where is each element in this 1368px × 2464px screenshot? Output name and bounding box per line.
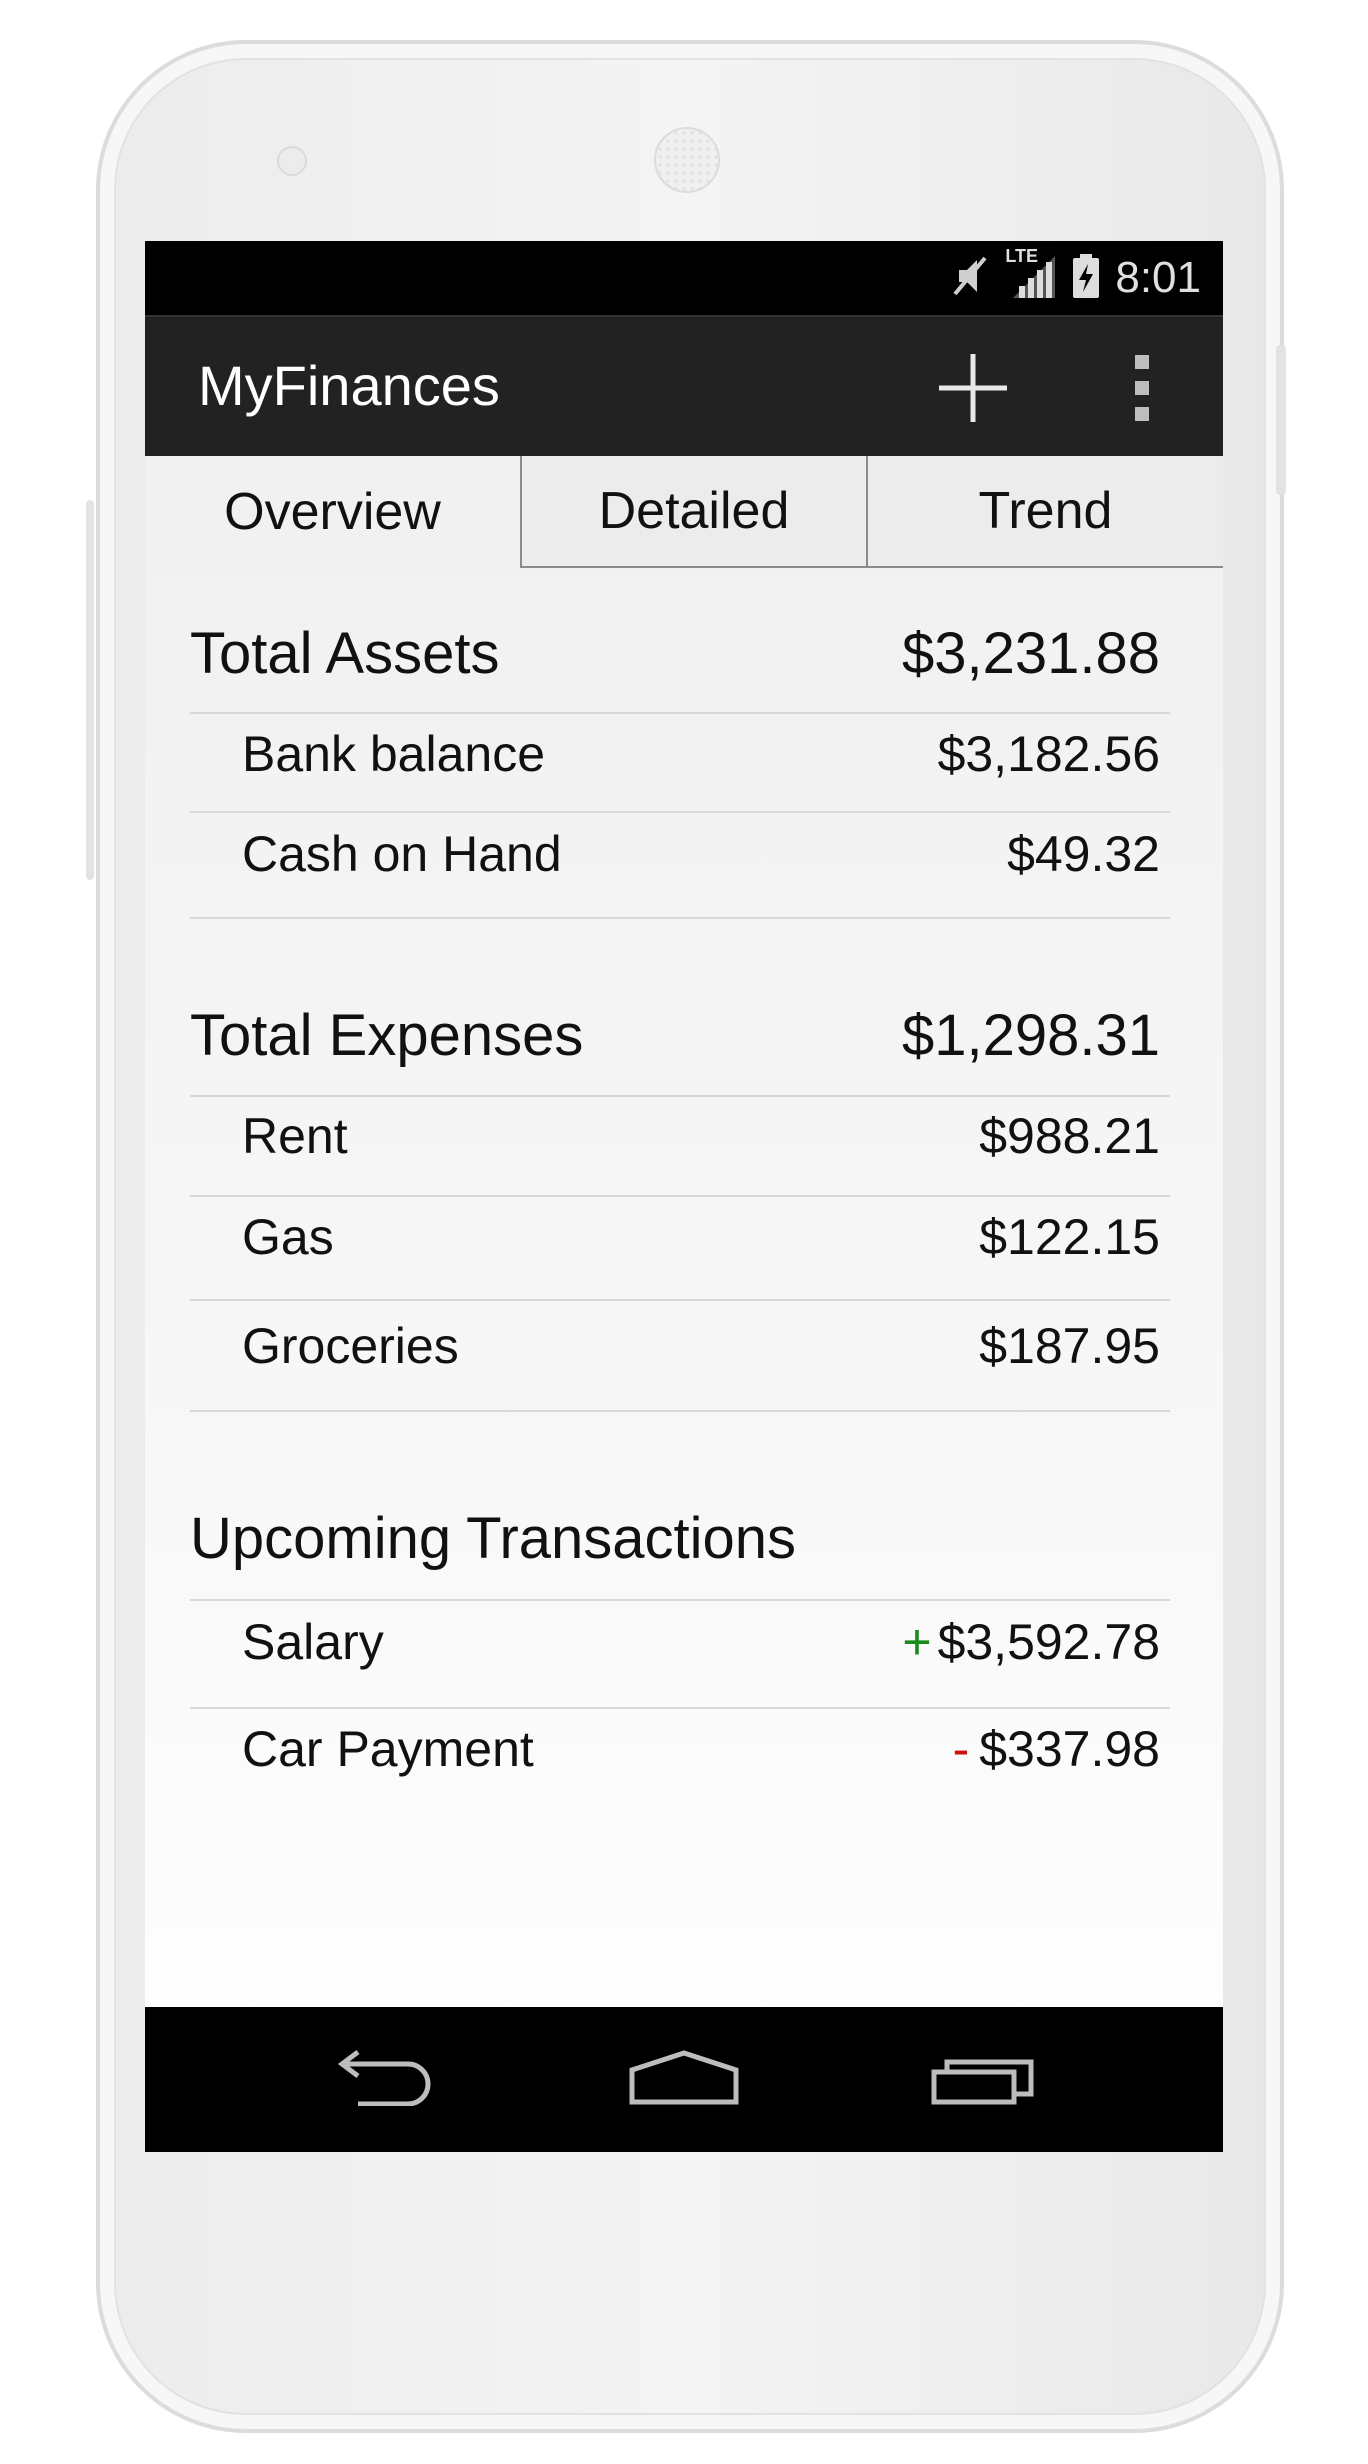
divider [190,1095,1170,1097]
navigation-bar [145,2007,1223,2152]
transaction-item[interactable]: Car Payment - $337.98 [190,1720,1170,1778]
item-value: $3,182.56 [937,726,1160,782]
front-camera [277,146,307,176]
power-button [1276,345,1286,495]
back-button[interactable] [325,2045,435,2115]
item-label: Cash on Hand [242,826,562,882]
network-type-label: LTE [1005,245,1039,266]
amount: $3,592.78 [937,1614,1160,1670]
list-item[interactable]: Rent $988.21 [190,1107,1170,1165]
back-icon [328,2049,432,2111]
item-value: $988.21 [979,1108,1160,1164]
app-title: MyFinances [198,354,500,417]
item-label: Bank balance [242,726,546,782]
section-title: Total Expenses [190,1003,584,1068]
item-value: $49.32 [1007,826,1160,882]
battery-charging-icon [1071,252,1101,305]
total-value: $1,298.31 [901,1003,1160,1068]
add-button[interactable] [928,345,1018,435]
divider [190,917,1170,919]
screen: LTE 8:01 MyFinances Overview Detailed Tr… [145,241,1223,2152]
mute-icon [951,252,991,305]
total-value: $3,231.88 [901,621,1160,686]
upcoming-transactions-header: Upcoming Transactions [190,1505,1170,1572]
divider [190,811,1170,813]
section-title: Upcoming Transactions [190,1506,797,1571]
signal-icon: LTE [1005,246,1057,305]
list-item[interactable]: Gas $122.15 [190,1208,1170,1266]
item-label: Gas [242,1209,334,1265]
volume-button [86,500,94,880]
total-expenses-row[interactable]: Total Expenses $1,298.31 [190,1002,1170,1069]
item-label: Salary [242,1614,384,1670]
tab-overview[interactable]: Overview [145,456,520,568]
action-bar: MyFinances [145,315,1223,456]
tab-trend[interactable]: Trend [866,456,1223,568]
item-label: Car Payment [242,1721,534,1777]
tab-label: Detailed [598,482,790,540]
divider [190,712,1170,714]
transaction-item[interactable]: Salary + $3,592.78 [190,1613,1170,1671]
divider [190,1195,1170,1197]
tab-bar: Overview Detailed Trend [145,456,1223,570]
divider [190,1707,1170,1709]
negative-sign: - [952,1721,970,1777]
list-item[interactable]: Cash on Hand $49.32 [190,825,1170,883]
item-value: - $337.98 [953,1720,1170,1778]
list-item[interactable]: Bank balance $3,182.56 [190,725,1170,783]
add-icon [935,350,1011,431]
status-bar: LTE 8:01 [145,241,1223,315]
section-title: Total Assets [190,621,500,686]
home-button[interactable] [629,2045,739,2115]
amount: $337.98 [979,1721,1160,1777]
tab-label: Overview [224,483,441,541]
overflow-menu-icon [1132,353,1152,428]
item-label: Rent [242,1108,348,1164]
positive-sign: + [902,1614,932,1670]
status-time: 8:01 [1115,253,1201,302]
item-value: $187.95 [979,1318,1160,1374]
divider [190,1599,1170,1601]
item-value: $122.15 [979,1209,1160,1265]
earpiece-speaker [654,127,720,193]
item-label: Groceries [242,1318,459,1374]
home-icon [629,2049,739,2111]
tab-label: Trend [978,482,1113,540]
recents-button[interactable] [929,2045,1039,2115]
total-assets-row[interactable]: Total Assets $3,231.88 [190,620,1170,687]
tab-detailed[interactable]: Detailed [520,456,866,568]
overflow-menu-button[interactable] [1097,345,1187,435]
divider [190,1299,1170,1301]
item-value: + $3,592.78 [902,1613,1170,1671]
recents-icon [931,2050,1037,2111]
list-item[interactable]: Groceries $187.95 [190,1317,1170,1375]
divider [190,1410,1170,1412]
